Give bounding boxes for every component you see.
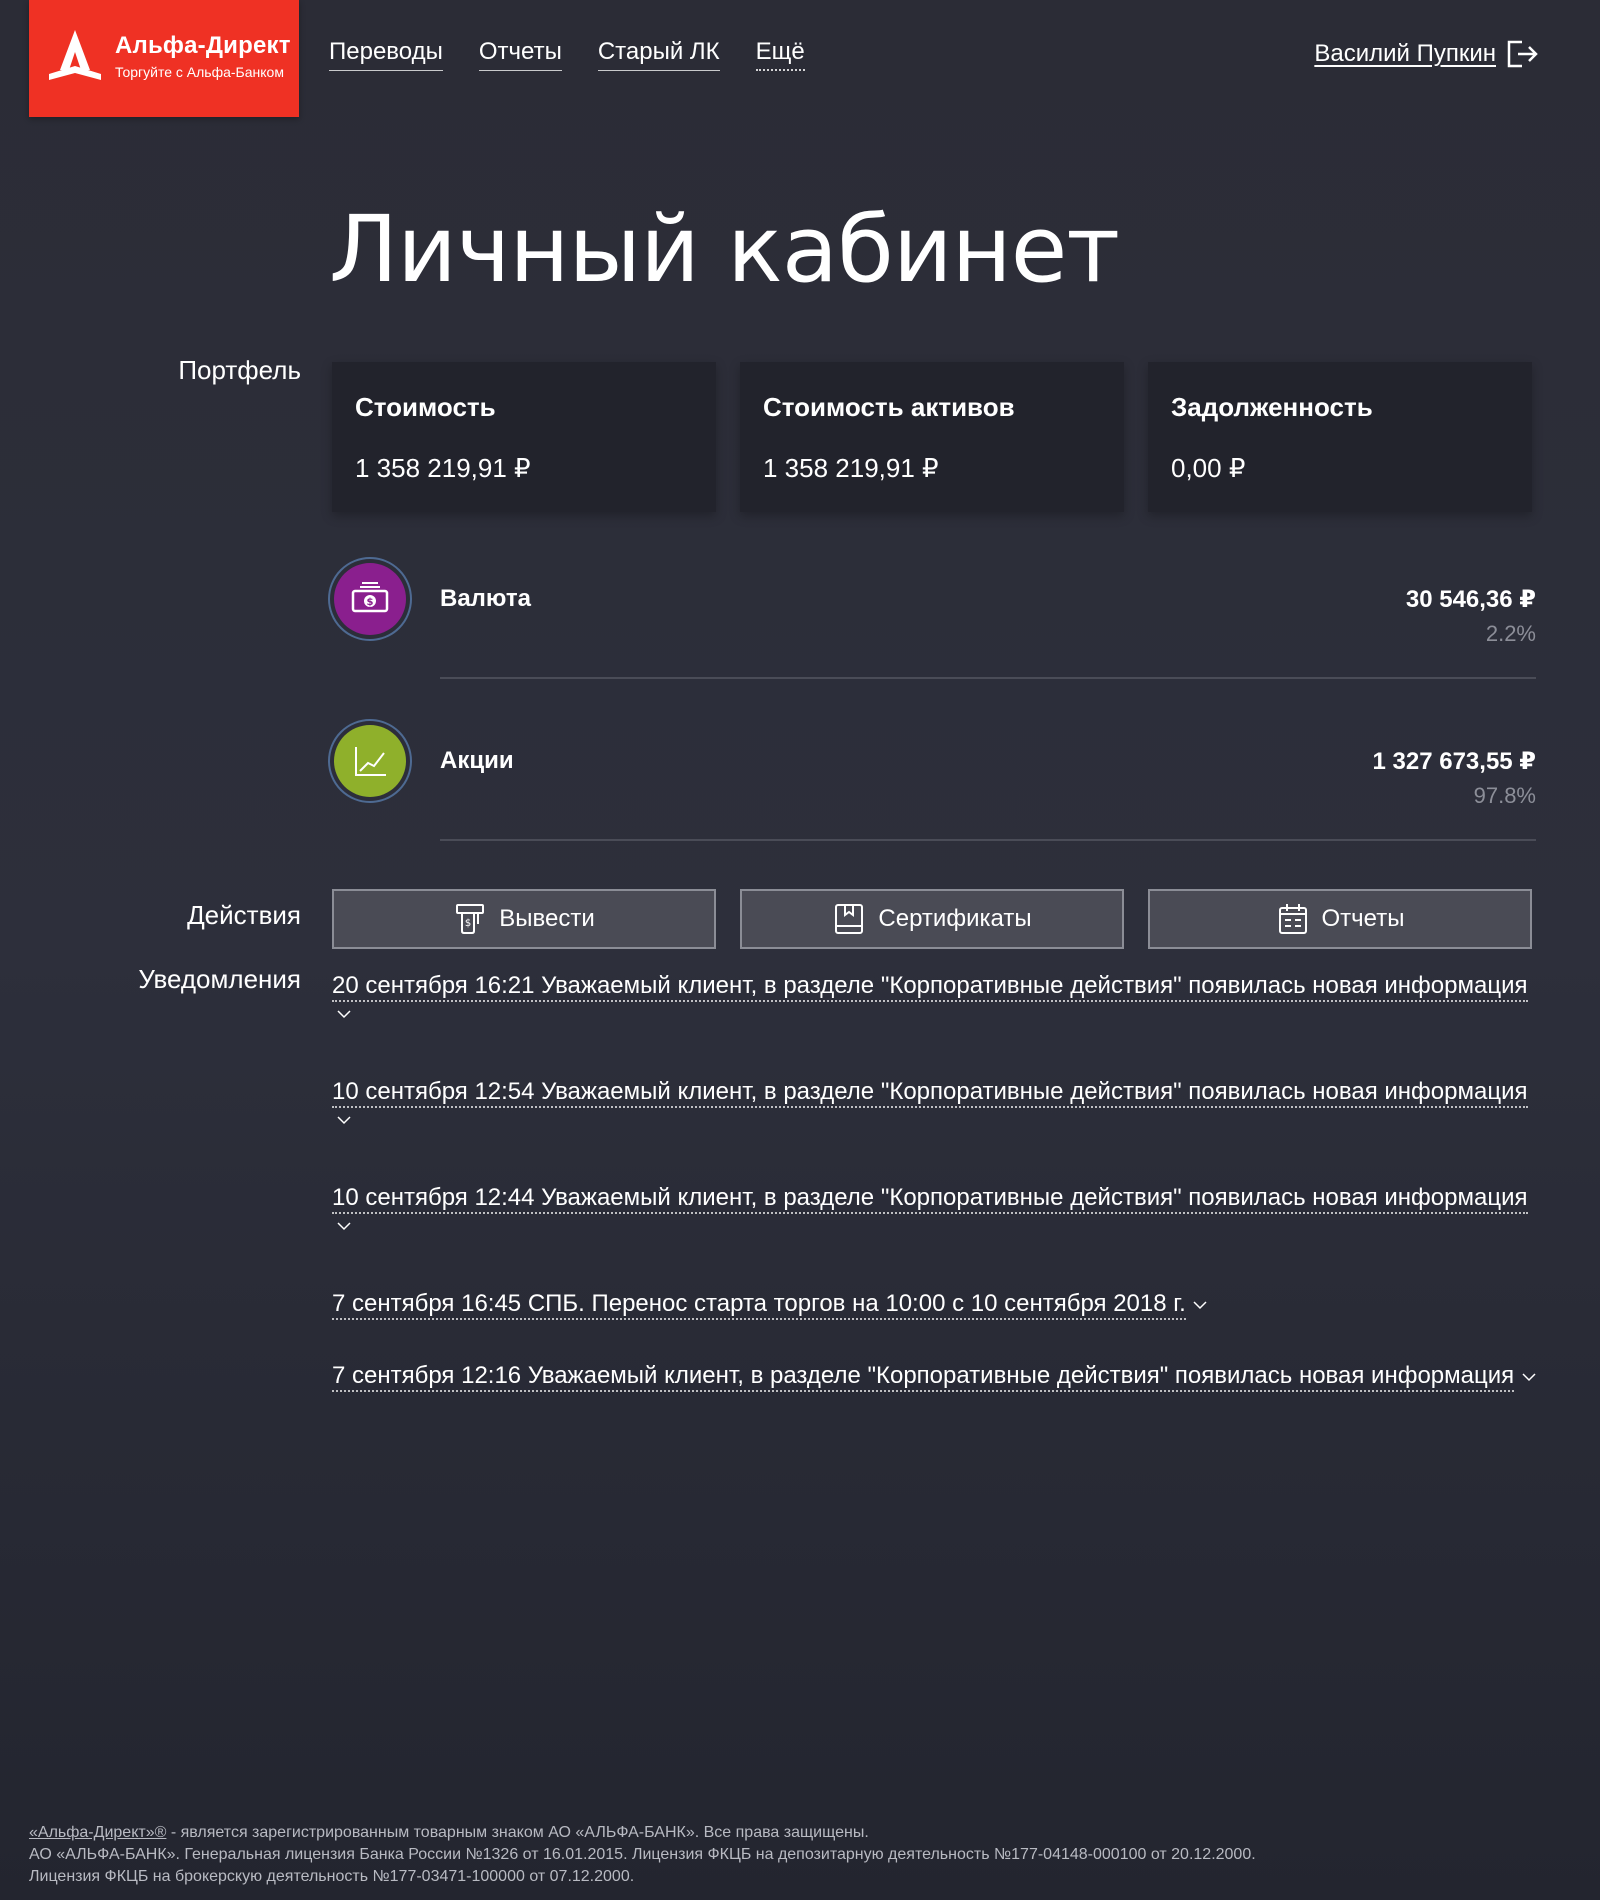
portfolio-cards: Стоимость 1 358 219,91 ₽ Стоимость актив… [332,362,1532,512]
withdraw-icon: $ [456,904,485,934]
asset-value: 30 546,36 ₽ [1405,586,1536,613]
footer-trademark-text: - является зарегистрированным товарным з… [166,1824,869,1841]
asset-percent: 97.8% [1473,783,1536,808]
certificates-button[interactable]: Сертификаты [740,889,1124,949]
nav-more[interactable]: Ещё [755,38,805,71]
card-title: Задолженность [1171,392,1373,422]
alfa-logo-icon [49,30,101,80]
notifications-list: 20 сентября 16:21 Уважаемый клиент, в ра… [332,970,1542,1392]
divider [440,677,1536,679]
portfolio-label: Портфель [178,355,301,385]
asset-name: Акции [440,747,514,774]
trademark-link[interactable]: «Альфа-Директ»® [29,1824,166,1841]
card-title: Стоимость активов [763,392,1015,422]
withdraw-button[interactable]: $ Вывести [332,889,716,949]
notification-text[interactable]: 7 сентября 16:45 СПБ. Перенос старта тор… [332,1290,1186,1320]
notification-item[interactable]: 7 сентября 12:16 Уважаемый клиент, в раз… [332,1360,1542,1392]
logo[interactable]: Альфа-Директ Торгуйте с Альфа-Банком [29,0,299,117]
chevron-down-icon[interactable] [336,1006,352,1022]
nav-transfers[interactable]: Переводы [329,38,443,71]
page-title: Личный кабинет [329,196,1120,303]
asset-percent: 2.2% [1485,621,1536,646]
withdraw-label: Вывести [499,905,595,932]
svg-text:$: $ [465,918,471,929]
logout-icon[interactable] [1506,38,1540,70]
footer-line-1: «Альфа-Директ»® - является зарегистриров… [29,1822,1256,1844]
chevron-down-icon[interactable] [1521,1369,1537,1385]
chevron-down-icon[interactable] [336,1112,352,1128]
footer-line-3: Лицензия ФКЦБ на брокерскую деятельность… [29,1868,635,1885]
notification-item[interactable]: 10 сентября 12:54 Уважаемый клиент, в ра… [332,1076,1542,1182]
card-total-value: Стоимость 1 358 219,91 ₽ [332,362,716,512]
reports-button[interactable]: Отчеты [1148,889,1532,949]
main-nav: Переводы Отчеты Старый ЛК Ещё [329,38,805,71]
logo-subtitle: Торгуйте с Альфа-Банком [115,64,284,80]
notification-text[interactable]: 7 сентября 12:16 Уважаемый клиент, в раз… [332,1362,1515,1392]
chevron-down-icon[interactable] [1192,1297,1208,1313]
banknote-icon: $ [351,582,389,613]
user-menu: Василий Пупкин [1314,38,1540,70]
asset-value: 1 327 673,55 ₽ [1372,748,1537,775]
calendar-icon [1278,904,1307,934]
card-value: 1 358 219,91 ₽ [763,453,939,483]
notifications-label: Уведомления [138,964,301,994]
notification-text[interactable]: 20 сентября 16:21 Уважаемый клиент, в ра… [332,972,1528,1002]
card-title: Стоимость [355,392,496,422]
notification-text[interactable]: 10 сентября 12:54 Уважаемый клиент, в ра… [332,1078,1528,1108]
nav-old-cabinet[interactable]: Старый ЛК [597,38,720,71]
notification-text[interactable]: 10 сентября 12:44 Уважаемый клиент, в ра… [332,1184,1528,1214]
stocks-icon-circle [328,719,412,803]
asset-row-stocks[interactable]: Акции 1 327 673,55 ₽ 97.8% [328,719,1537,841]
card-assets-value: Стоимость активов 1 358 219,91 ₽ [740,362,1124,512]
nav-reports[interactable]: Отчеты [478,38,562,71]
svg-text:$: $ [367,597,374,608]
notification-item[interactable]: 10 сентября 12:44 Уважаемый клиент, в ра… [332,1182,1542,1288]
card-value: 0,00 ₽ [1171,453,1246,483]
footer: «Альфа-Директ»® - является зарегистриров… [29,1822,1256,1888]
certificate-icon [835,904,864,934]
user-name-link[interactable]: Василий Пупкин [1314,40,1496,68]
notification-item[interactable]: 7 сентября 16:45 СПБ. Перенос старта тор… [332,1288,1542,1360]
footer-line-2: АО «АЛЬФА-БАНК». Генеральная лицензия Ба… [29,1846,1256,1863]
chart-line-icon [355,747,386,776]
card-debt: Задолженность 0,00 ₽ [1148,362,1532,512]
certificates-label: Сертификаты [878,905,1032,932]
reports-label: Отчеты [1321,905,1405,932]
asset-name: Валюта [440,585,531,612]
actions-label: Действия [187,900,301,930]
divider [440,839,1536,841]
logo-title: Альфа-Директ [115,32,291,59]
asset-row-currency[interactable]: $ Валюта 30 546,36 ₽ 2.2% [328,557,1536,679]
notification-item[interactable]: 20 сентября 16:21 Уважаемый клиент, в ра… [332,970,1542,1076]
card-value: 1 358 219,91 ₽ [355,453,531,483]
chevron-down-icon[interactable] [336,1218,352,1234]
currency-icon-circle: $ [328,557,412,641]
actions-bar: $ Вывести Сертификаты Отчеты [332,889,1532,949]
